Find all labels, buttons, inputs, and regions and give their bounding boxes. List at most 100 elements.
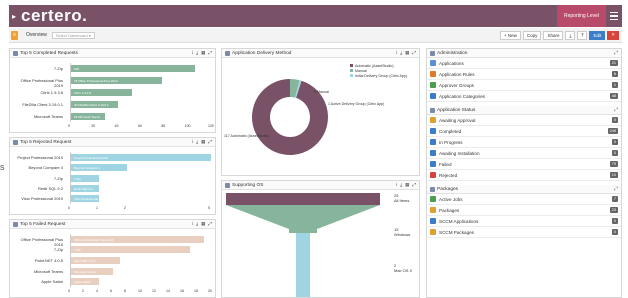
admin-icon <box>430 50 435 56</box>
chart-icon <box>13 221 18 227</box>
y-tick-label: FileZilla Client 3.19.0.1 <box>22 101 63 107</box>
right-column-panel: Administration ⤢ Applications 21 Applicatio… <box>426 48 622 298</box>
info-icon[interactable]: i <box>192 221 193 227</box>
status-icon <box>430 107 435 113</box>
list-item[interactable]: Rejected 10 <box>427 170 621 181</box>
x-tick-label: 5 <box>208 206 210 210</box>
funnel-windows <box>226 205 380 233</box>
list-item-icon <box>430 71 436 77</box>
download-icon[interactable]: ⤓ <box>196 221 198 227</box>
list-item-label: Completed <box>439 128 462 134</box>
list-item[interactable]: Awaiting Installation 0 <box>427 148 621 159</box>
donut-data-label: 1 Active Delivery Group (Citrix App) <box>328 102 384 106</box>
side-toggle-icon[interactable]: ≡ <box>11 30 18 40</box>
expand-icon[interactable]: ⤢ <box>412 50 416 56</box>
copy-button[interactable]: Copy <box>522 30 542 40</box>
table-icon[interactable]: ▦ <box>405 182 409 188</box>
list-item-icon <box>430 60 436 66</box>
download-icon[interactable]: ⤓ <box>565 30 576 40</box>
list-item-icon <box>430 128 436 134</box>
bar-label: 78 Office Professional Plus 2019 <box>74 79 118 84</box>
bar-label: Citrix 1.9.3.8 <box>74 91 91 95</box>
legend-item[interactable]: Automatic (AssetStudio) <box>355 64 394 68</box>
funnel-label-win-text: Windows <box>394 232 410 237</box>
list-item[interactable]: Active Jobs 7 <box>427 194 621 205</box>
expand-icon[interactable]: ⤢ <box>614 50 618 56</box>
list-item-label: Rejected <box>439 172 458 178</box>
hamburger-icon[interactable] <box>606 5 622 27</box>
bar-label: 7-Zip <box>74 248 81 253</box>
list-item[interactable]: In Progress 0 <box>427 137 621 148</box>
list-item-icon <box>430 207 436 213</box>
list-item[interactable]: SCCM Applications 0 <box>427 216 621 227</box>
table-icon[interactable]: ▦ <box>201 139 205 145</box>
table-icon[interactable]: ▦ <box>201 221 205 227</box>
expand-icon[interactable]: ⤢ <box>208 139 212 145</box>
reporting-level-button[interactable]: Reporting Level <box>556 5 606 27</box>
download-icon[interactable]: ⤓ <box>196 139 198 145</box>
table-icon[interactable]: ▦ <box>405 50 409 56</box>
count-badge: 0 <box>611 117 618 123</box>
x-tick-label: 10 <box>138 289 142 293</box>
info-icon[interactable]: i <box>192 139 193 145</box>
chart-icon <box>13 50 18 56</box>
list-item-icon <box>430 117 436 123</box>
download-icon[interactable]: ⤓ <box>400 182 402 188</box>
count-badge: 48 <box>609 93 618 99</box>
dashboard-select[interactable]: Select Dashboard ▾ <box>51 31 95 39</box>
list-item[interactable]: Failed 79 <box>427 159 621 170</box>
x-tick-label: 80 <box>161 124 166 128</box>
list-item[interactable]: Completed 249 <box>427 126 621 137</box>
bar-label: Redit SQL 9.2 <box>74 186 93 191</box>
upload-icon[interactable]: ⤒ <box>577 30 588 40</box>
edit-button[interactable]: Edit <box>589 30 606 40</box>
delivery-method-panel: Application Delivery Method i ⤓ ▦ ⤢ 117 Aut… <box>221 48 420 176</box>
x-tick-label: 0 <box>68 206 70 210</box>
donut-chart: 117 Automatic (AssetStudio) 5 Manual 1 Act… <box>224 64 407 155</box>
menu-arrow-icon[interactable]: ▸ <box>9 5 19 27</box>
list-item-label: Failed <box>439 161 452 167</box>
y-tick-label: Citrix 1.9.3.8 <box>40 90 63 95</box>
list-item-label: Awaiting Installation <box>439 150 480 156</box>
list-item[interactable]: Packages 23 <box>427 205 621 216</box>
x-tick-label: 2 <box>82 289 84 293</box>
count-badge: 6 <box>611 71 618 77</box>
list-item[interactable]: Application Categories 48 <box>427 91 621 102</box>
expand-icon[interactable]: ⤢ <box>208 50 212 56</box>
download-icon[interactable]: ⤓ <box>400 50 402 56</box>
count-badge: 10 <box>609 172 618 178</box>
top-bar: ▸ certero. Reporting Level <box>9 5 622 27</box>
legend-item[interactable]: Initial Delivery Group (Citrix App) <box>355 74 407 78</box>
list-item-label: Application Rules <box>439 71 475 77</box>
list-item[interactable]: Applications 21 <box>427 58 621 69</box>
info-icon[interactable]: i <box>192 50 193 56</box>
list-item[interactable]: Awaiting Approval 0 <box>427 115 621 126</box>
funnel-all-items <box>226 193 380 205</box>
table-icon[interactable]: ▦ <box>201 50 205 56</box>
share-button[interactable]: Share <box>543 30 564 40</box>
bar-label: Visio Professional 2019 <box>74 197 106 202</box>
y-tick-label: Beyond Compare 4 <box>28 165 63 171</box>
list-item[interactable]: Approver Groups 1 <box>427 80 621 91</box>
list-item[interactable]: Application Rules 6 <box>427 69 621 80</box>
y-tick-label: 7-Zip <box>53 247 63 253</box>
expand-icon[interactable]: ⤢ <box>208 221 212 227</box>
admin-title: Administration <box>437 50 468 56</box>
list-item-icon <box>430 93 436 99</box>
download-icon[interactable]: ⤓ <box>196 50 198 56</box>
expand-icon[interactable]: ⤢ <box>412 182 416 188</box>
expand-icon[interactable]: ⤢ <box>614 186 618 192</box>
list-item-icon <box>430 229 436 235</box>
close-icon[interactable]: ✕ <box>607 30 619 40</box>
list-item-label: Awaiting Approval <box>439 117 476 123</box>
bar-label: Microsoft Teams <box>74 269 96 274</box>
x-tick-label: 60 <box>138 124 142 128</box>
list-item-label: Packages <box>439 207 460 213</box>
legend-item[interactable]: Manual <box>355 69 367 73</box>
panel-title: Top 5 Failed Request <box>20 221 66 227</box>
info-icon[interactable]: i <box>396 50 397 56</box>
info-icon[interactable]: i <box>396 182 397 188</box>
list-item[interactable]: SCCM Packages 0 <box>427 227 621 238</box>
expand-icon[interactable]: ⤢ <box>614 107 618 113</box>
new-button[interactable]: + New <box>500 30 521 40</box>
